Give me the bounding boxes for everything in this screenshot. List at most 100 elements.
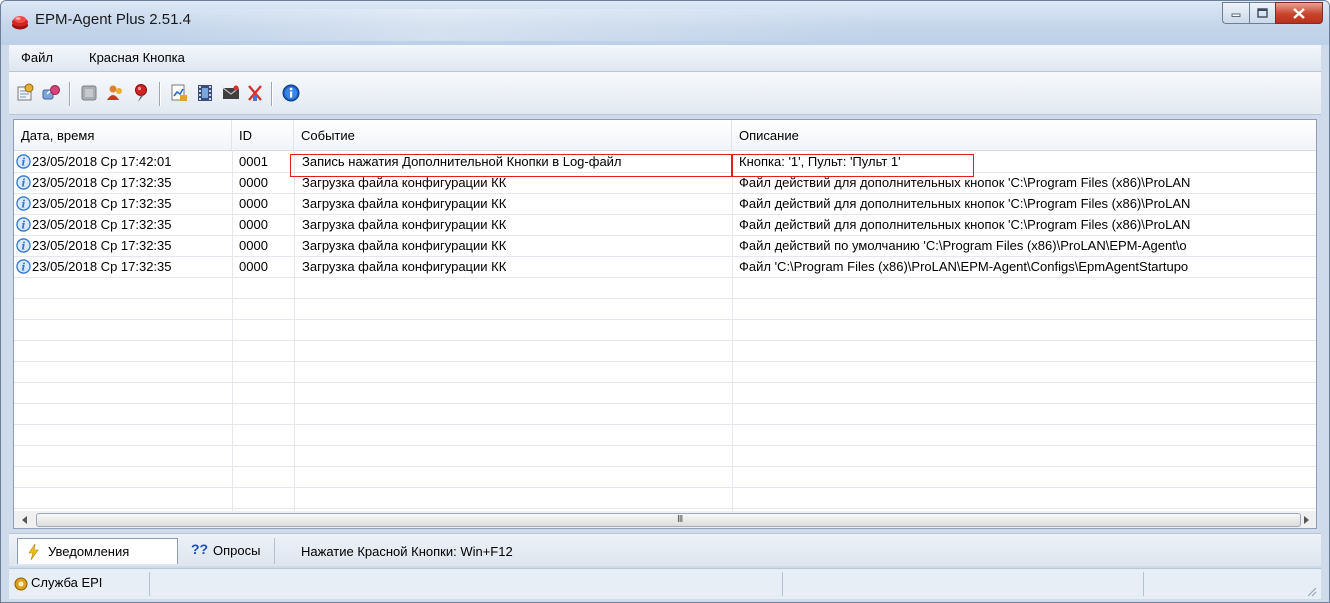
col-event-header[interactable]: Событие — [294, 120, 732, 150]
menu-bar: Файл Красная Кнопка — [9, 45, 1321, 72]
toolbar — [9, 72, 1321, 115]
bottom-tabs-bar: Уведомления ?? Опросы Нажатие Красной Кн… — [9, 533, 1321, 566]
cell-datetime: i 23/05/2018 Ср 17:32:35 — [16, 235, 230, 256]
empty-row[interactable] — [14, 382, 1316, 404]
scroll-grip: III — [677, 514, 683, 525]
disabled-icon[interactable] — [79, 83, 99, 103]
close-button[interactable] — [1275, 2, 1323, 24]
info-icon: i — [16, 175, 31, 190]
event-highlight-box — [290, 154, 732, 177]
cell-datetime: i 23/05/2018 Ср 17:32:35 — [16, 256, 230, 277]
description-highlight-box — [732, 154, 974, 177]
cell-description-text: Файл 'C:\Program Files (x86)\ProLAN\EPM-… — [739, 259, 1189, 274]
table-header: Дата, время ID Событие Описание — [14, 120, 1316, 151]
info-icon[interactable] — [281, 83, 301, 103]
empty-row[interactable] — [14, 445, 1316, 467]
svg-text:i: i — [22, 261, 26, 273]
cell-datetime: i 23/05/2018 Ср 17:42:01 — [16, 151, 230, 172]
tab-notifications-label: Уведомления — [48, 544, 130, 559]
cell-description-text: Файл действий для дополнительных кнопок … — [739, 196, 1191, 211]
cell-description: Файл действий для дополнительных кнопок … — [739, 193, 1316, 214]
app-window: EPM-Agent Plus 2.51.4 Файл Красная Кнопк… — [0, 0, 1330, 603]
cell-event-text: Загрузка файла конфигурации КК — [302, 259, 507, 274]
scroll-right-button[interactable] — [1297, 511, 1314, 528]
minimize-icon — [1231, 13, 1241, 17]
empty-row[interactable] — [14, 319, 1316, 341]
pin-icon[interactable] — [131, 83, 151, 103]
app-logo-icon — [12, 16, 28, 30]
cell-datetime-text: 23/05/2018 Ср 17:32:35 — [32, 238, 172, 253]
cell-id-text: 0000 — [239, 196, 268, 211]
empty-row[interactable] — [14, 487, 1316, 509]
table-row[interactable]: i 23/05/2018 Ср 17:32:35 0000 Загрузка файл… — [14, 193, 1316, 215]
empty-row[interactable] — [14, 298, 1316, 320]
cell-description: Файл действий по умолчанию 'C:\Program F… — [739, 235, 1316, 256]
cell-description-text: Файл действий для дополнительных кнопок … — [739, 217, 1191, 232]
cell-description-text: Файл действий для дополнительных кнопок … — [739, 175, 1191, 190]
cell-id: 0001 — [239, 151, 291, 172]
cell-datetime: i 23/05/2018 Ср 17:32:35 — [16, 172, 230, 193]
table-row[interactable]: i 23/05/2018 Ср 17:32:35 0000 Загрузка файл… — [14, 256, 1316, 278]
lightning-icon — [28, 544, 39, 560]
tab-polls[interactable]: ?? Опросы — [185, 538, 275, 564]
cell-datetime-text: 23/05/2018 Ср 17:32:35 — [32, 175, 172, 190]
cell-event: Загрузка файла конфигурации КК — [302, 193, 727, 214]
empty-row[interactable] — [14, 277, 1316, 299]
col-id-header[interactable]: ID — [232, 120, 294, 150]
question-icon: ?? — [191, 541, 209, 557]
cell-event: Загрузка файла конфигурации КК — [302, 256, 727, 277]
users-icon[interactable] — [105, 83, 125, 103]
info-icon: i — [16, 217, 31, 232]
arrow-right-icon — [1303, 515, 1309, 524]
cell-id: 0000 — [239, 256, 291, 277]
cell-id: 0000 — [239, 235, 291, 256]
maximize-icon — [1257, 8, 1268, 18]
cell-id-text: 0001 — [239, 154, 268, 169]
cell-datetime-text: 23/05/2018 Ср 17:32:35 — [32, 217, 172, 232]
info-icon: i — [16, 154, 31, 169]
table-row[interactable]: i 23/05/2018 Ср 17:32:35 0000 Загрузка файл… — [14, 235, 1316, 257]
info-icon: i — [16, 196, 31, 211]
resize-grip-icon[interactable] — [1305, 585, 1317, 597]
cell-id: 0000 — [239, 193, 291, 214]
scroll-left-button[interactable] — [16, 511, 33, 528]
tab-notifications[interactable]: Уведомления — [17, 538, 178, 564]
menu-file[interactable]: Файл — [21, 50, 53, 65]
clear-icon[interactable] — [245, 83, 265, 103]
cell-description-text: Файл действий по умолчанию 'C:\Program F… — [739, 238, 1187, 253]
cell-event-text: Загрузка файла конфигурации КК — [302, 238, 507, 253]
col-datetime-header[interactable]: Дата, время — [14, 120, 232, 150]
hotkey-label: Нажатие Красной Кнопки: Win+F12 — [301, 544, 513, 559]
info-icon: i — [16, 238, 31, 253]
empty-row[interactable] — [14, 361, 1316, 383]
report-icon[interactable] — [169, 83, 189, 103]
cell-event-text: Загрузка файла конфигурации КК — [302, 217, 507, 232]
empty-row[interactable] — [14, 340, 1316, 362]
minimize-button[interactable] — [1222, 2, 1249, 24]
empty-row[interactable] — [14, 403, 1316, 425]
scroll-thumb[interactable]: III — [36, 513, 1301, 527]
message-icon[interactable] — [221, 83, 241, 103]
table-row[interactable]: i 23/05/2018 Ср 17:32:35 0000 Загрузка файл… — [14, 214, 1316, 236]
svg-text:i: i — [22, 198, 26, 210]
cell-description: Файл действий для дополнительных кнопок … — [739, 214, 1316, 235]
cell-description: Файл 'C:\Program Files (x86)\ProLAN\EPM-… — [739, 256, 1316, 277]
empty-row[interactable] — [14, 466, 1316, 488]
events-table[interactable]: Дата, время ID Событие Описание i 23/05/2… — [13, 119, 1317, 513]
cell-id: 0000 — [239, 214, 291, 235]
horizontal-scrollbar[interactable]: III — [13, 511, 1317, 529]
menu-red-button[interactable]: Красная Кнопка — [89, 50, 185, 65]
film-icon[interactable] — [195, 83, 215, 103]
cell-id-text: 0000 — [239, 259, 268, 274]
cell-datetime-text: 23/05/2018 Ср 17:42:01 — [32, 154, 172, 169]
svg-text:i: i — [22, 156, 26, 168]
connect-icon[interactable] — [41, 83, 61, 103]
empty-row[interactable] — [14, 424, 1316, 446]
settings-icon[interactable] — [15, 83, 35, 103]
arrow-left-icon — [21, 515, 27, 524]
window-title: EPM-Agent Plus 2.51.4 — [35, 11, 191, 28]
maximize-button[interactable] — [1249, 2, 1275, 24]
title-bar[interactable]: EPM-Agent Plus 2.51.4 — [1, 1, 1329, 45]
cell-event-text: Загрузка файла конфигурации КК — [302, 175, 507, 190]
col-description-header[interactable]: Описание — [732, 120, 1316, 150]
